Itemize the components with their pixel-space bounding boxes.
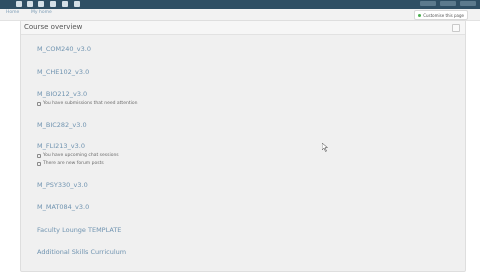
notice-text: There are new forum posts xyxy=(43,161,104,166)
course-link[interactable]: M_MAT084_v3.0 xyxy=(37,203,89,211)
customise-page-button[interactable]: Customise this page xyxy=(414,10,468,20)
course-link[interactable]: M_CHE102_v3.0 xyxy=(37,68,89,76)
status-dot-icon xyxy=(418,13,422,17)
grid-icon[interactable] xyxy=(27,1,33,7)
course-notice[interactable]: There are new forum posts xyxy=(37,161,104,166)
assignment-icon xyxy=(37,101,41,106)
chevron-down-icon[interactable] xyxy=(50,1,56,7)
course-link[interactable]: M_FLI213_v3.0 xyxy=(37,142,85,150)
forum-icon xyxy=(37,161,41,166)
notice-text: You have upcoming chat sessions xyxy=(43,153,119,158)
block-title: Course overview xyxy=(24,23,83,31)
course-overview-block: Course overview M_COM240_v3.0 M_CHE102_v… xyxy=(20,20,466,272)
user-menu-link[interactable] xyxy=(460,1,476,6)
course-link[interactable]: Additional Skills Curriculum xyxy=(37,248,126,256)
course-link[interactable]: M_BIO212_v3.0 xyxy=(37,90,87,98)
user-menu-link[interactable] xyxy=(420,1,436,6)
top-navigation-bar xyxy=(0,0,480,9)
course-notice[interactable]: You have upcoming chat sessions xyxy=(37,153,119,158)
collapse-icon[interactable] xyxy=(452,24,460,32)
course-link[interactable]: Faculty Lounge TEMPLATE xyxy=(37,226,121,234)
breadcrumb-my-home[interactable]: My home xyxy=(31,10,52,15)
course-link[interactable]: M_BIC282_v3.0 xyxy=(37,121,87,129)
course-link[interactable]: M_PSY330_v3.0 xyxy=(37,181,88,189)
app-icon[interactable] xyxy=(16,1,22,7)
chat-icon xyxy=(37,153,41,158)
notice-text: You have submissions that need attention xyxy=(43,101,138,106)
breadcrumb-home[interactable]: Home xyxy=(6,10,19,15)
course-notice[interactable]: You have submissions that need attention xyxy=(37,101,137,106)
course-link[interactable]: M_COM240_v3.0 xyxy=(37,45,91,53)
user-menu-link[interactable] xyxy=(440,1,456,6)
mouse-pointer-icon xyxy=(322,143,328,152)
gear-icon[interactable] xyxy=(62,1,68,7)
customise-page-label: Customise this page xyxy=(423,12,464,18)
bar-chart-icon[interactable] xyxy=(74,1,80,7)
mail-icon[interactable] xyxy=(38,1,44,7)
user-menu[interactable] xyxy=(420,1,476,7)
block-header: Course overview xyxy=(21,21,465,35)
